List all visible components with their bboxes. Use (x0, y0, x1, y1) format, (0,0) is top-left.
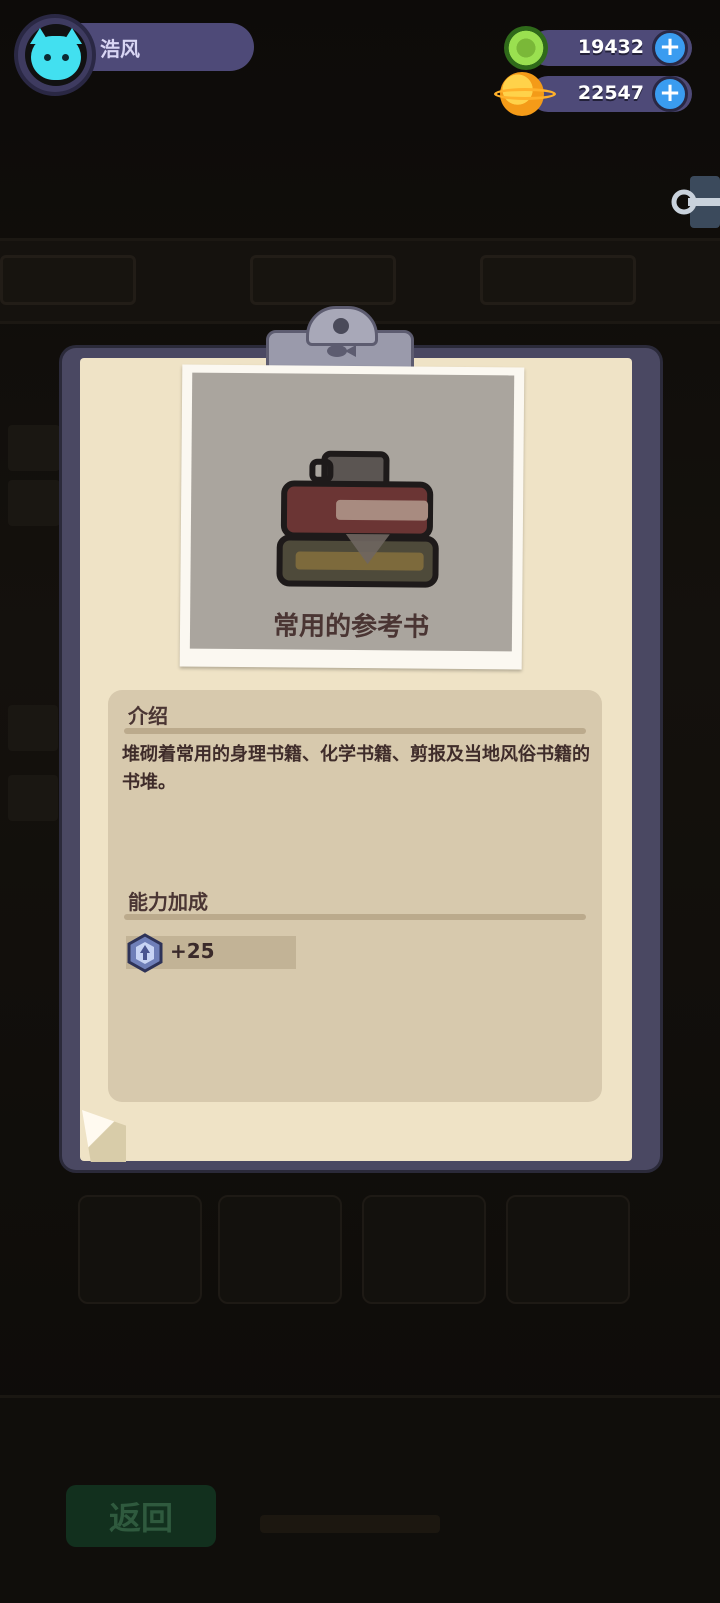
background-character-card (362, 1195, 486, 1304)
background-tab (8, 480, 60, 526)
ability-bonus-value: +25 (170, 939, 215, 963)
cat-avatar-icon (31, 36, 81, 80)
avatar-eye (44, 54, 51, 61)
background-character-card (218, 1195, 342, 1304)
background-tab (8, 425, 60, 471)
add-gems-button[interactable]: + (652, 30, 688, 66)
avatar-eye (62, 54, 69, 61)
currency-value: 22547 (577, 82, 644, 104)
item-photo: 常用的参考书 (179, 364, 525, 670)
currency-value: 19432 (577, 36, 644, 58)
green-gem-coin-icon (504, 26, 548, 70)
background-character-card (78, 1195, 202, 1304)
background-progress-bar (260, 1515, 440, 1533)
background-character-card (506, 1195, 630, 1304)
background-shelf-slot (480, 255, 636, 305)
intro-description: 堆砌着常用的身理书籍、化学书籍、剪报及当地风俗书籍的书堆。 (122, 744, 590, 793)
side-clip-icon[interactable] (670, 176, 720, 228)
player-name: 浩风 (100, 37, 140, 61)
fish-icon (327, 345, 356, 357)
planet-ring (494, 88, 556, 100)
intro-title: 介绍 (128, 704, 168, 728)
background-shelf-slot (0, 255, 136, 305)
background-tab (8, 705, 58, 751)
item-name: 常用的参考书 (272, 611, 430, 643)
ability-divider (124, 914, 586, 920)
item-info-panel: 介绍 堆砌着常用的身理书籍、化学书籍、剪报及当地风俗书籍的书堆。 能力加成 +2… (108, 690, 602, 1102)
currency-bar-gems: 19432 + (530, 30, 692, 66)
book-stack-icon (276, 450, 439, 588)
add-coins-button[interactable]: + (652, 76, 688, 112)
clip-hole (333, 318, 349, 334)
item-photo-image: 常用的参考书 (189, 372, 515, 652)
intro-divider (124, 728, 586, 734)
ability-title: 能力加成 (128, 890, 208, 914)
shield-bonus-icon (127, 933, 163, 973)
background-shelf-slot (250, 255, 396, 305)
background-tab (8, 775, 58, 821)
back-button[interactable]: 返回 (66, 1485, 216, 1547)
